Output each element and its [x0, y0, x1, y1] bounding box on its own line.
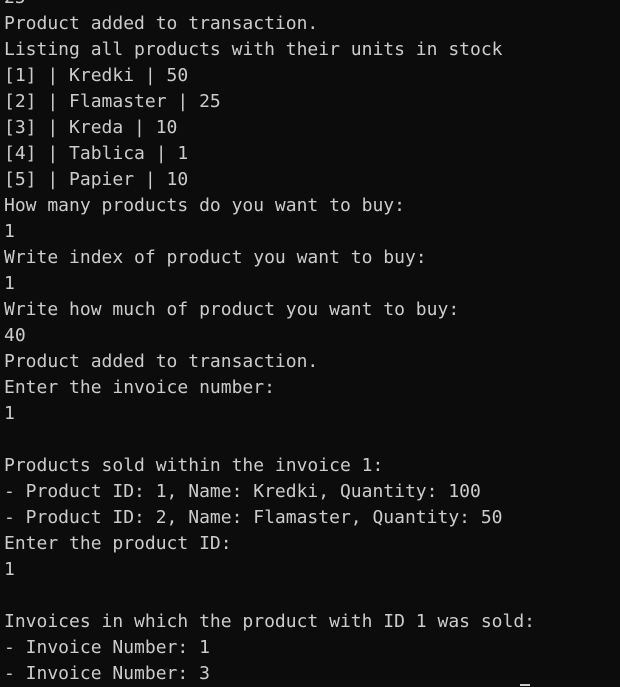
terminal-line: - Product ID: 1, Name: Kredki, Quantity:…	[4, 481, 481, 502]
terminal-line: Product added to transaction.	[4, 351, 319, 372]
terminal-window[interactable]: 25 Product added to transaction. Listing…	[0, 0, 620, 687]
terminal-line: Listing all products with their units in…	[4, 39, 503, 60]
terminal-line: [3] | Kreda | 10	[4, 117, 178, 138]
terminal-line: - Invoice Number: 3	[4, 663, 210, 684]
terminal-line: - Invoice Number: 1	[4, 637, 210, 658]
terminal-line: Write how much of product you want to bu…	[4, 299, 460, 320]
terminal-line: Enter the product ID:	[4, 533, 232, 554]
text-cursor	[520, 684, 530, 686]
terminal-line: [5] | Papier | 10	[4, 169, 189, 190]
terminal-line: 1	[4, 403, 15, 424]
terminal-output: 25 Product added to transaction. Listing…	[4, 0, 535, 687]
terminal-line: How many products do you want to buy:	[4, 195, 405, 216]
terminal-line: 40	[4, 325, 26, 346]
terminal-line: Invoices in which the product with ID 1 …	[4, 611, 536, 632]
terminal-line: 1	[4, 559, 15, 580]
terminal-line: [2] | Flamaster | 25	[4, 91, 221, 112]
terminal-line: Products sold within the invoice 1:	[4, 455, 384, 476]
terminal-line: [1] | Kredki | 50	[4, 65, 189, 86]
terminal-line: - Product ID: 2, Name: Flamaster, Quanti…	[4, 507, 503, 528]
terminal-line: 25	[4, 0, 535, 11]
terminal-line: Product added to transaction.	[4, 13, 319, 34]
terminal-line: 1	[4, 221, 15, 242]
terminal-line: Write index of product you want to buy:	[4, 247, 427, 268]
terminal-line: Enter the invoice number:	[4, 377, 275, 398]
terminal-line: 1	[4, 273, 15, 294]
terminal-line: [4] | Tablica | 1	[4, 143, 189, 164]
